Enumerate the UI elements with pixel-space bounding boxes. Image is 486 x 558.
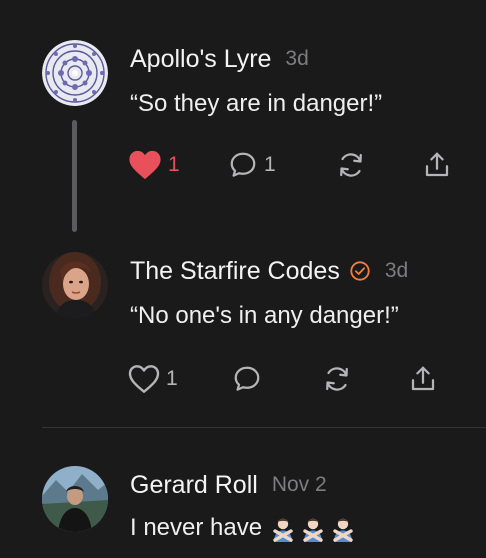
author-name[interactable]: Gerard Roll (130, 471, 258, 500)
reply-button[interactable] (232, 359, 268, 399)
share-icon (411, 366, 435, 391)
post-starfire-codes[interactable]: The Starfire Codes 3d “No one's in any d… (0, 240, 486, 427)
verified-badge-icon (349, 260, 371, 282)
person-gesturing-no-emoji (300, 516, 326, 542)
post-time: 3d (384, 259, 409, 282)
avatar-photo-image (42, 466, 108, 532)
avatar[interactable] (42, 252, 108, 318)
post-actions: 1 1 (128, 145, 468, 185)
post-header: Gerard Roll Nov 2 (130, 468, 327, 502)
repost-button[interactable] (336, 145, 366, 185)
heart-icon (129, 150, 161, 180)
like-button[interactable]: 1 (128, 359, 178, 399)
post-header: Apollo's Lyre 3d (130, 42, 309, 76)
post-time: 3d (285, 47, 309, 70)
post-text-content: I never have (130, 514, 263, 541)
author-name[interactable]: Apollo's Lyre (130, 45, 271, 74)
person-gesturing-no-emoji (330, 516, 356, 542)
heart-icon (128, 365, 160, 393)
avatar[interactable] (42, 466, 108, 532)
reply-button[interactable]: 1 (228, 145, 276, 185)
avatar-photo-image (42, 252, 108, 318)
post-header: The Starfire Codes 3d (130, 254, 408, 288)
avatar-pattern-image (42, 40, 108, 106)
share-button[interactable] (408, 359, 438, 399)
author-name[interactable]: The Starfire Codes (130, 257, 340, 286)
like-button[interactable]: 1 (128, 145, 180, 185)
like-count: 1 (168, 153, 180, 176)
avatar[interactable] (42, 40, 108, 106)
repost-icon (340, 153, 362, 177)
repost-icon (326, 367, 348, 391)
post-text: “No one's in any danger!” (130, 302, 399, 329)
like-count: 1 (166, 367, 178, 390)
post-text: “So they are in danger!” (130, 90, 383, 117)
share-icon (425, 152, 449, 177)
person-gesturing-no-emoji (270, 516, 296, 542)
post-text: I never have (130, 514, 356, 542)
post-actions: 1 (128, 359, 468, 399)
comment-icon (234, 366, 260, 391)
post-apollos-lyre[interactable]: Apollo's Lyre 3d “So they are in danger!… (0, 0, 486, 240)
repost-button[interactable] (322, 359, 352, 399)
post-gerard-roll[interactable]: Gerard Roll Nov 2 I never have (0, 428, 486, 558)
reply-count: 1 (264, 153, 276, 176)
post-time: Nov 2 (271, 473, 327, 496)
share-button[interactable] (422, 145, 452, 185)
comment-icon (230, 152, 256, 177)
emoji-row (270, 516, 356, 542)
thread-line (72, 120, 77, 232)
